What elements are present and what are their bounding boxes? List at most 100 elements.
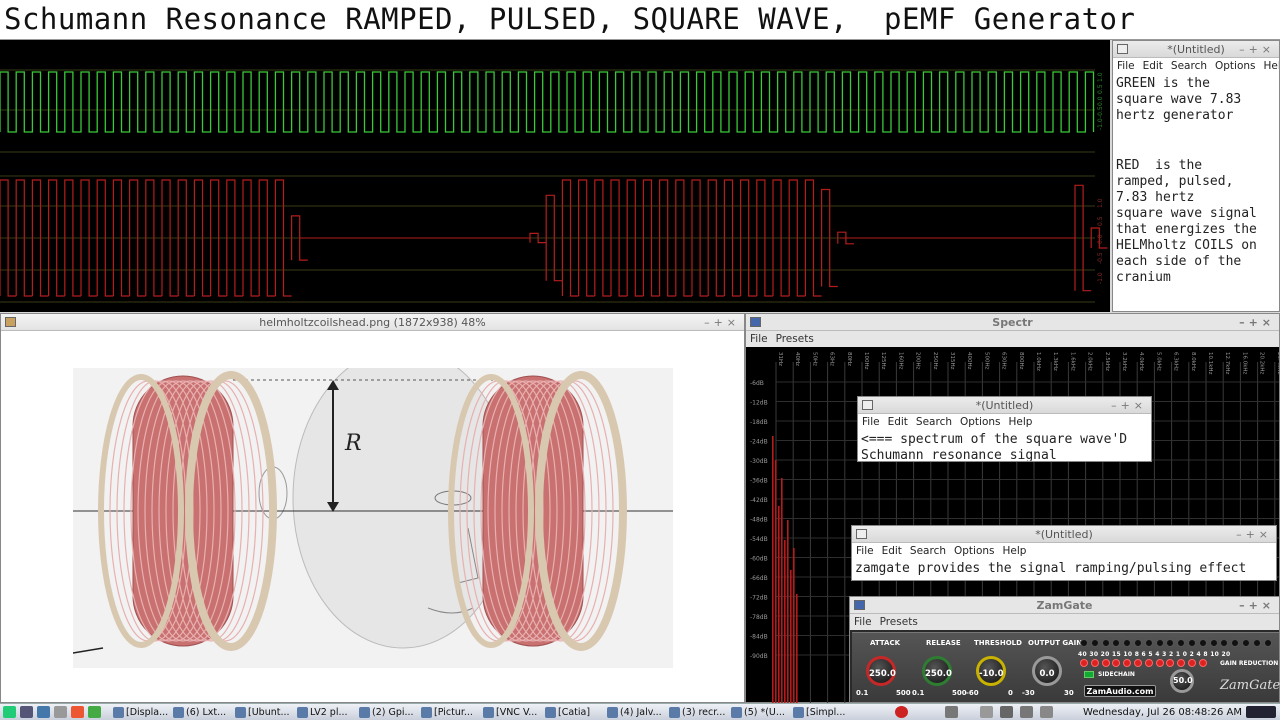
frequency-label: 20.2kHz [1259,352,1265,375]
menu-file[interactable]: File [854,616,872,628]
start-menu-icon[interactable] [3,706,16,718]
taskbar-item[interactable]: (6) Lxt... [172,705,232,720]
menu-options[interactable]: Options [1215,60,1256,72]
db-label: -60dB [750,556,768,563]
menu-bar: File Edit Search Options Help [1113,58,1279,74]
text-editor-window-spectrum-note[interactable]: *(Untitled) –+× File Edit Search Options Hel… [857,396,1152,462]
menu-options[interactable]: Options [954,545,995,557]
menu-file[interactable]: File [862,416,880,428]
window-titlebar[interactable]: *(Untitled) –+× [1113,41,1279,58]
menu-search[interactable]: Search [916,416,952,428]
menu-file[interactable]: File [750,333,768,345]
gain-reduction-led [1198,659,1207,667]
scope-scale-label: 0.0 [1097,96,1104,106]
release-knob[interactable]: 250.0 [922,656,952,686]
menu-help[interactable]: Help [1009,416,1033,428]
sidechain-knob[interactable]: 50.0 [1170,669,1194,693]
keyboard-icon[interactable] [980,706,993,718]
frequency-label: 40Hz [794,352,800,366]
gain-led [1188,639,1196,647]
workspace-switcher-icon[interactable] [1246,706,1276,718]
text-editor-window-notes[interactable]: *(Untitled) –+× File Edit Search Options Hel… [1112,40,1280,312]
menu-search[interactable]: Search [910,545,946,557]
window-titlebar[interactable]: helmholtzcoilshead.png (1872x938) 48% –+… [1,314,744,331]
window-controls-icon[interactable]: –+× [1239,314,1275,331]
file-manager-icon[interactable] [37,706,50,718]
sidechain-toggle[interactable] [1084,671,1094,678]
menu-presets[interactable]: Presets [776,333,814,345]
db-label: -18dB [750,419,768,426]
terminal-icon[interactable] [54,706,67,718]
taskbar-item[interactable]: [VNC V... [482,705,542,720]
scope-scale-label: -1.0 [1097,118,1104,130]
app-launcher-icon[interactable] [88,706,101,718]
spectrum-bar [790,570,792,703]
frequency-label: 2.5kHz [1104,352,1110,371]
window-titlebar[interactable]: ZamGate –+× [850,597,1279,614]
window-controls-icon[interactable]: –+× [1111,397,1147,414]
record-icon[interactable] [895,706,908,718]
window-controls-icon[interactable]: –+× [1239,41,1275,58]
gain-led [1080,639,1088,647]
note-text-zamgate[interactable]: zamgate provides the signal ramping/puls… [852,559,1276,579]
zamgate-plugin-window[interactable]: ZamGate –+× File Presets ATTACK 250.0 0.1… [849,596,1280,703]
battery-icon[interactable] [1020,706,1033,718]
window-controls-icon[interactable]: –+× [1239,597,1275,614]
taskbar-item[interactable]: LV2 pl... [296,705,356,720]
attack-max: 500 [896,689,911,697]
desktop-icon[interactable] [20,706,33,718]
threshold-knob[interactable]: -10.0 [976,656,1006,686]
window-titlebar[interactable]: *(Untitled) –+× [858,397,1151,414]
window-controls-icon[interactable]: –+× [1236,526,1272,543]
gain-reduction-led [1144,659,1153,667]
network-icon[interactable] [945,706,958,718]
menu-file[interactable]: File [856,545,874,557]
taskbar-item[interactable]: [Pictur... [420,705,480,720]
text-editor-window-zamgate-note[interactable]: *(Untitled) –+× File Edit Search Options Hel… [851,525,1277,581]
clock[interactable]: Wednesday, Jul 26 08:48:26 AM [1083,705,1242,720]
gain-reduction-led [1155,659,1164,667]
menu-edit[interactable]: Edit [1143,60,1163,72]
menu-edit[interactable]: Edit [882,545,902,557]
menu-help[interactable]: Help [1264,60,1279,72]
zamaudio-link[interactable]: ZamAudio.com [1084,685,1156,697]
output-gain-knob[interactable]: 0.0 [1032,656,1062,686]
note-text-green[interactable]: GREEN is the square wave 7.83 hertz gene… [1113,74,1279,126]
output-gain-min: -30 [1022,689,1035,697]
bluetooth-icon[interactable] [1040,706,1053,718]
spectrum-bar [793,548,795,703]
menu-presets[interactable]: Presets [880,616,918,628]
taskbar-item[interactable]: [Catia] [544,705,604,720]
note-text-red[interactable]: RED is the ramped, pulsed, 7.83 hertz sq… [1113,156,1279,288]
taskbar-item[interactable]: (3) recr... [668,705,728,720]
taskbar-item[interactable]: (2) Gpi... [358,705,418,720]
video-title-banner: Schumann Resonance RAMPED, PULSED, SQUAR… [0,0,1280,40]
frequency-label: 1.6kHz [1069,352,1075,371]
menu-edit[interactable]: Edit [888,416,908,428]
spectrum-bar [778,506,780,703]
scope-scale-label: -0.5 [1097,252,1104,264]
frequency-label: 25.4kHz [1276,352,1279,375]
taskbar-item[interactable]: [Displa... [112,705,172,720]
menu-search[interactable]: Search [1171,60,1207,72]
window-titlebar[interactable]: *(Untitled) –+× [852,526,1276,543]
release-min: 0.1 [912,689,925,697]
taskbar-item[interactable]: (4) Jalv... [606,705,666,720]
volume-icon[interactable] [1000,706,1013,718]
menu-file[interactable]: File [1117,60,1135,72]
frequency-label: 50Hz [811,352,817,366]
scope-scale-label: 0.0 [1097,234,1104,244]
taskbar-item[interactable]: [Simpl... [792,705,852,720]
taskbar-item[interactable]: (5) *(U... [730,705,790,720]
frequency-label: 500Hz [983,352,989,370]
menu-options[interactable]: Options [960,416,1001,428]
taskbar-item[interactable]: [Ubunt... [234,705,294,720]
window-controls-icon[interactable]: –+× [704,314,740,331]
gain-scale: 40 30 20 15 10 8 6 5 4 3 2 1 0 2 4 8 10 … [1078,651,1231,658]
window-titlebar[interactable]: Spectr –+× [746,314,1279,331]
browser-icon[interactable] [71,706,84,718]
menu-help[interactable]: Help [1003,545,1027,557]
attack-knob[interactable]: 250.0 [866,656,896,686]
note-text-spectrum[interactable]: <=== spectrum of the square wave'D Schum… [858,430,1151,461]
image-viewer-window[interactable]: helmholtzcoilshead.png (1872x938) 48% –+… [0,313,745,703]
